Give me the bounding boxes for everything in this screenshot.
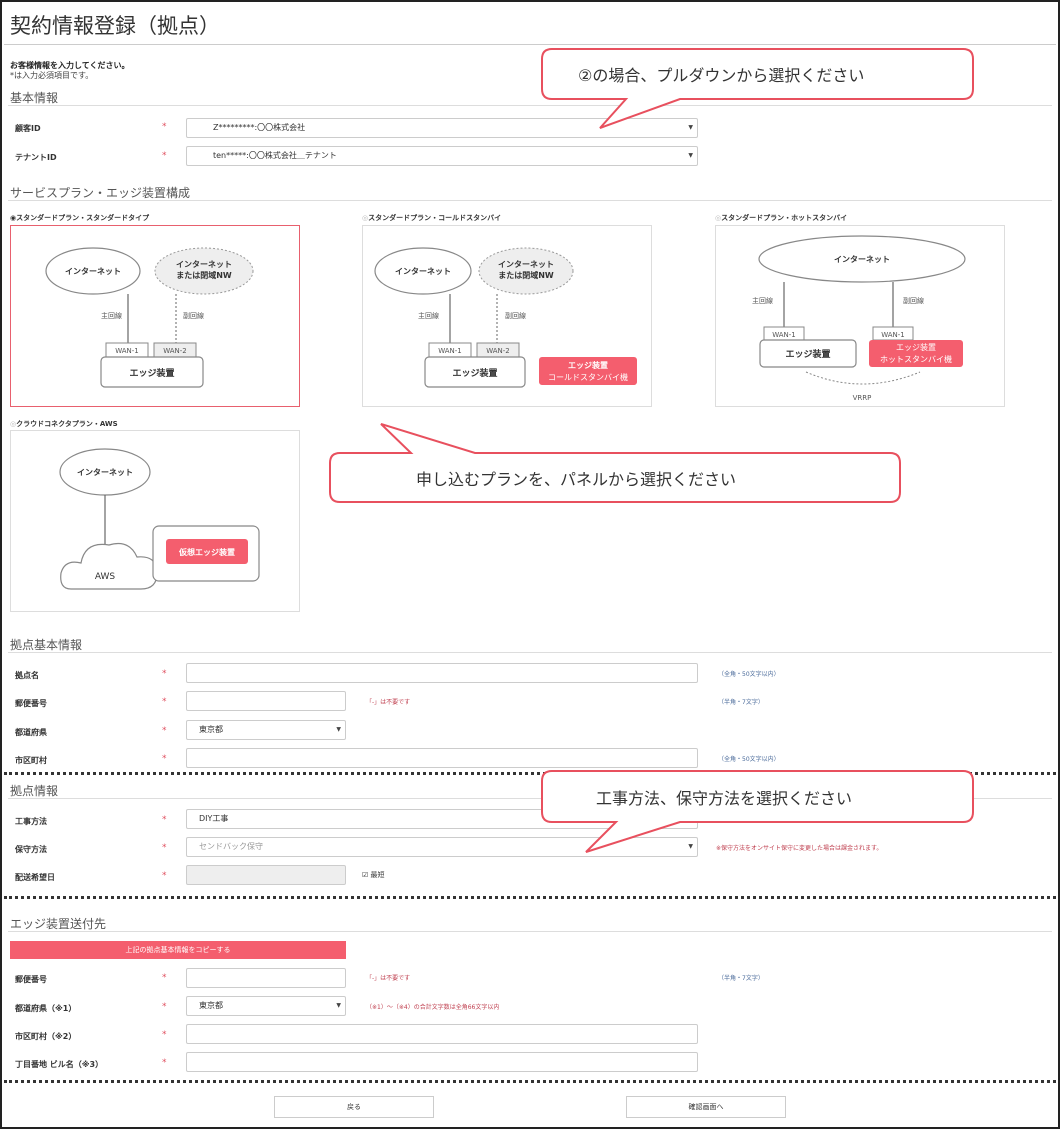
callout-bubble-2 — [329, 423, 901, 503]
callout-bubble-3 — [541, 770, 974, 853]
callout-bubble-1 — [541, 48, 974, 129]
callout-text-3: 工事方法、保守方法を選択ください — [596, 789, 853, 808]
callout-text-2: 申し込むプランを、パネルから選択ください — [416, 470, 737, 489]
callout-overlay — [329, 48, 974, 853]
callout-text-1: ②の場合、プルダウンから選択ください — [578, 66, 865, 85]
